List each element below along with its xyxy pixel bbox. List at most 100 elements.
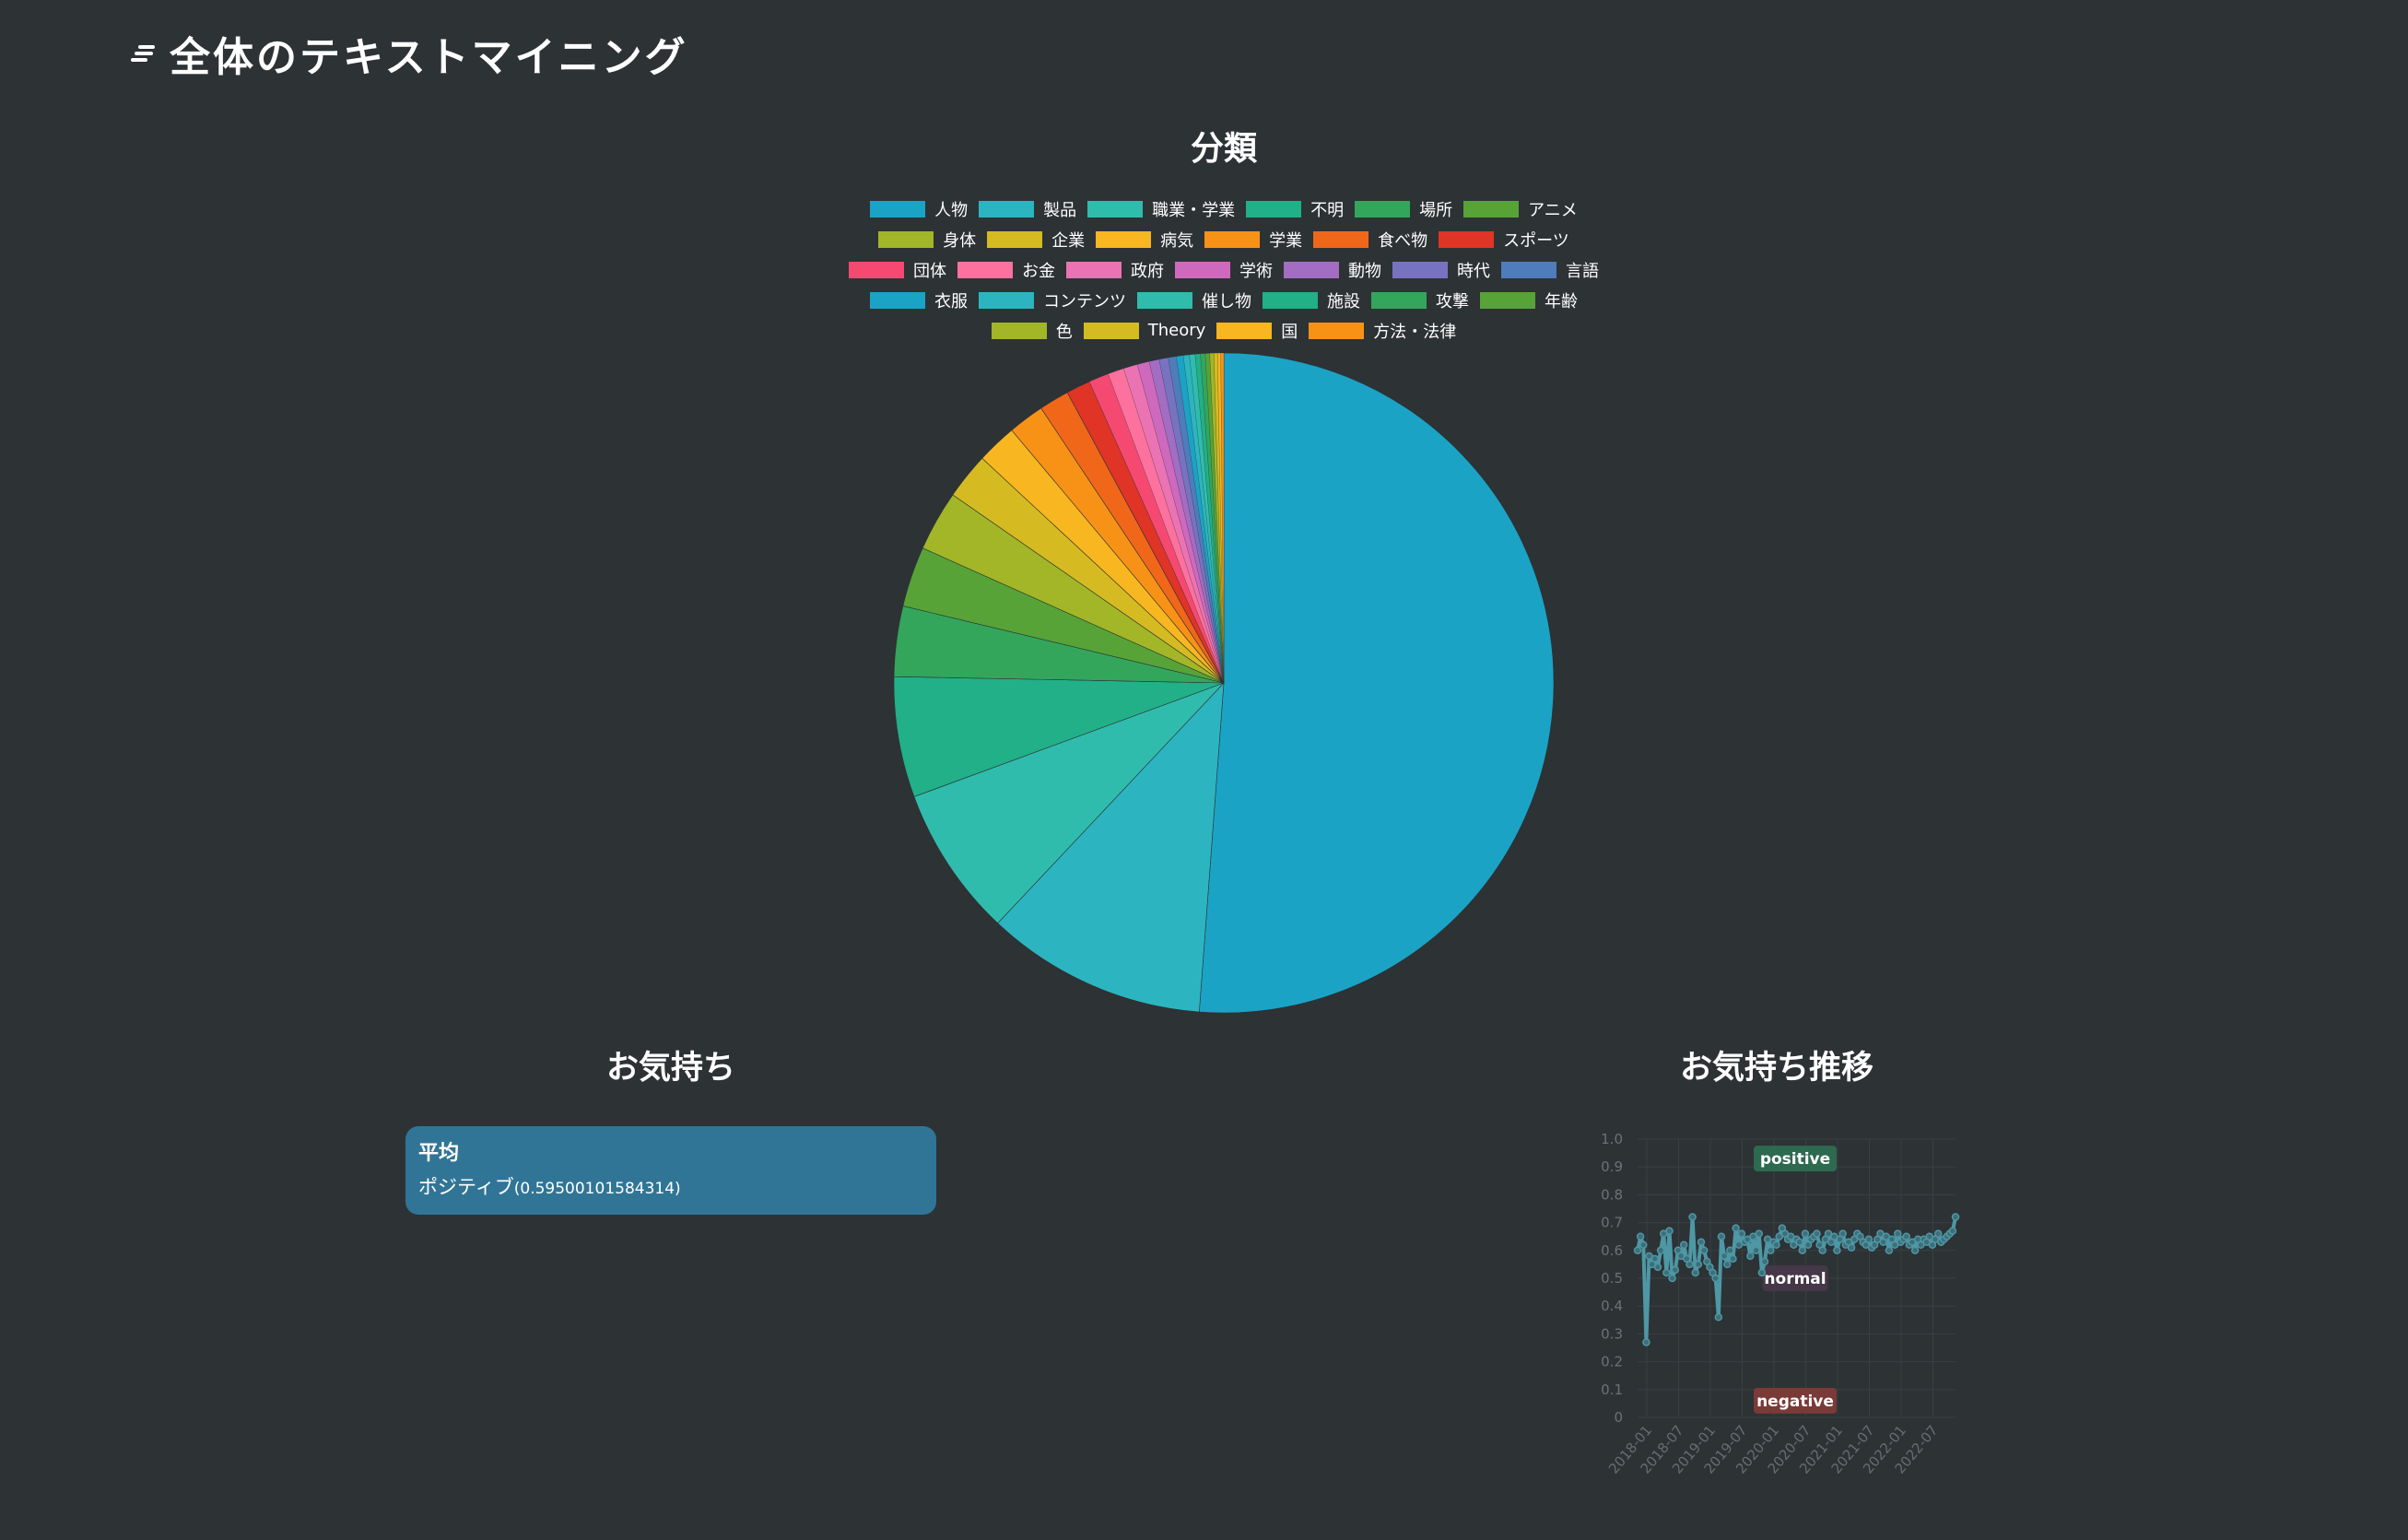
trend-point[interactable] [1767,1246,1775,1255]
legend-item[interactable]: 学業 [1204,228,1302,252]
legend-item[interactable]: 方法・法律 [1309,319,1456,343]
legend-swatch [1096,230,1152,248]
pie-legend: 人物 製品 職業・学業 不明 場所 アニメ身体 企業 病気 学業 食べ物 スポーツ団体 お金 政府 学術 動… [793,194,1655,346]
trend-point[interactable] [1694,1260,1703,1269]
trend-point[interactable] [1697,1238,1706,1246]
legend-item[interactable]: 製品 [979,197,1076,221]
legend-label: 色 [1055,322,1073,342]
legend-item[interactable]: アニメ [1463,197,1578,221]
trend-line-chart: 00.10.20.30.40.50.60.70.80.91.02018-0120… [1601,1131,1960,1477]
trend-point[interactable] [1633,1246,1642,1255]
legend-swatch [979,291,1034,309]
trend-point[interactable] [1752,1246,1760,1255]
trend-point[interactable] [1737,1229,1746,1238]
trend-point[interactable] [1801,1229,1810,1238]
trend-point[interactable] [1813,1229,1821,1238]
trend-point[interactable] [1894,1229,1902,1238]
trend-point[interactable] [1711,1274,1720,1283]
trend-point[interactable] [1833,1246,1841,1255]
legend-swatch [1309,322,1365,339]
trend-point[interactable] [1636,1232,1645,1240]
legend-item[interactable]: スポーツ [1439,228,1569,252]
trend-point[interactable] [1665,1227,1674,1235]
legend-item[interactable]: 病気 [1096,228,1193,252]
trend-point[interactable] [1864,1235,1874,1243]
legend-item[interactable]: 職業・学業 [1087,197,1235,221]
legend-item[interactable]: 食べ物 [1313,228,1427,252]
trend-point[interactable] [1798,1246,1807,1255]
legend-item[interactable]: 衣服 [870,288,968,312]
pie-slice[interactable] [1199,352,1555,1014]
y-tick-label: 0.8 [1601,1186,1623,1203]
trend-point[interactable] [1726,1246,1734,1255]
trend-point[interactable] [1662,1268,1671,1277]
trend-point[interactable] [1639,1240,1648,1250]
trend-point[interactable] [1948,1227,1957,1235]
legend-label: 催し物 [1202,291,1251,312]
legend-item[interactable]: 動物 [1284,258,1381,282]
legend-label: 身体 [943,230,977,251]
legend-item[interactable]: 攻撃 [1371,288,1469,312]
trend-point[interactable] [1902,1232,1910,1240]
legend-item[interactable]: 団体 [849,258,946,282]
trend-point[interactable] [1951,1213,1960,1221]
trend-point[interactable] [1755,1229,1763,1238]
trend-point[interactable] [1910,1246,1920,1255]
trend-point[interactable] [1679,1240,1688,1250]
legend-item[interactable]: 国 [1216,319,1298,343]
trend-point[interactable] [1691,1268,1699,1277]
trend-point[interactable] [1653,1263,1662,1272]
y-tick-label: 0.3 [1601,1325,1623,1342]
legend-item[interactable]: お金 [957,258,1055,282]
trend-point[interactable] [1720,1252,1729,1261]
trend-point[interactable] [1650,1254,1660,1264]
legend-item[interactable]: 政府 [1066,258,1164,282]
legend-item[interactable]: Theory [1083,321,1205,340]
legend-item[interactable]: 人物 [870,197,968,221]
legend-label: アニメ [1528,200,1578,220]
legend-label: お金 [1022,261,1055,281]
trend-point[interactable] [1757,1268,1767,1277]
trend-point[interactable] [1717,1232,1726,1240]
trend-point[interactable] [1686,1260,1694,1269]
trend-point[interactable] [1714,1313,1723,1322]
legend-swatch [849,261,904,278]
trend-point[interactable] [1933,1229,1943,1238]
trend-point[interactable] [1847,1243,1856,1252]
legend-swatch [1439,230,1495,248]
trend-point[interactable] [1699,1246,1709,1255]
legend-item[interactable]: 身体 [878,228,976,252]
trend-point[interactable] [1795,1238,1803,1246]
trend-point[interactable] [1656,1246,1665,1255]
trend-point[interactable] [1688,1213,1697,1221]
trend-point[interactable] [1885,1246,1894,1255]
stream-lines-icon [131,45,155,62]
trend-point[interactable] [1746,1252,1755,1261]
trend-point[interactable] [1818,1246,1827,1255]
legend-item[interactable]: コンテンツ [979,288,1126,312]
trend-point[interactable] [1729,1254,1737,1264]
legend-swatch [1066,261,1122,278]
legend-item[interactable]: 学術 [1175,258,1273,282]
legend-item[interactable]: 施設 [1263,288,1360,312]
legend-item[interactable]: 場所 [1355,197,1452,221]
trend-point[interactable] [1668,1274,1676,1283]
legend-item[interactable]: 色 [991,319,1073,343]
legend-item[interactable]: 企業 [987,228,1085,252]
legend-swatch [987,230,1043,248]
trend-point[interactable] [1671,1265,1680,1275]
legend-item[interactable]: 時代 [1392,258,1490,282]
legend-swatch [1175,261,1230,278]
legend-item[interactable]: 催し物 [1137,288,1251,312]
trend-point[interactable] [1642,1338,1650,1346]
legend-label: 団体 [913,261,946,281]
trend-point[interactable] [1722,1260,1732,1269]
legend-item[interactable]: 言語 [1501,258,1599,282]
legend-row: 衣服 コンテンツ 催し物 施設 攻撃 年齢 [864,285,1583,315]
legend-item[interactable]: 不明 [1246,197,1344,221]
trend-point[interactable] [1760,1257,1769,1266]
legend-item[interactable]: 年齢 [1480,288,1578,312]
trend-point[interactable] [1838,1229,1847,1238]
trend-point[interactable] [1732,1224,1740,1232]
trend-point[interactable] [1772,1240,1780,1250]
